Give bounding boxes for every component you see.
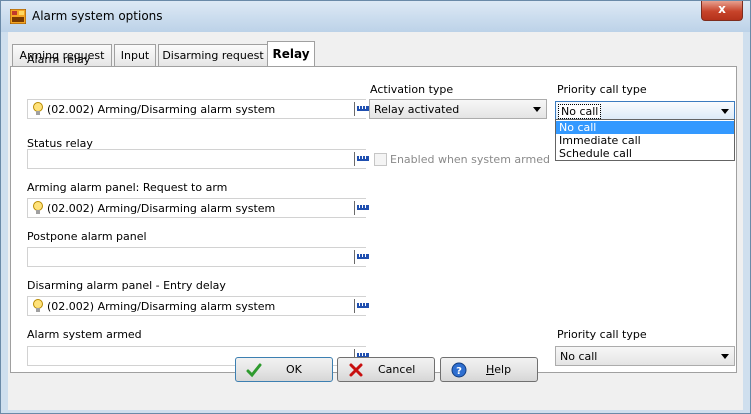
- priority-call-type-label: Priority call type: [557, 83, 647, 96]
- arming-panel-browse-button[interactable]: [354, 201, 370, 215]
- system-armed-label: Alarm system armed: [27, 328, 142, 341]
- ok-button[interactable]: OK: [235, 357, 333, 382]
- priority-call-type-select[interactable]: No call: [555, 101, 735, 121]
- lightbulb-icon: [33, 102, 43, 115]
- disarming-panel-browse-button[interactable]: [354, 299, 370, 313]
- chevron-down-icon: [721, 354, 729, 359]
- lightbulb-icon: [33, 201, 43, 214]
- priority-call-type-2-select[interactable]: No call: [555, 346, 735, 366]
- tab-disarming-request[interactable]: Disarming request: [158, 44, 268, 66]
- window-title: Alarm system options: [32, 9, 163, 23]
- lightbulb-icon: [33, 299, 43, 312]
- ruler-icon: [357, 254, 369, 259]
- enabled-when-armed-checkbox[interactable]: [374, 153, 387, 166]
- close-icon: x: [718, 2, 726, 16]
- tab-label: Disarming request: [162, 49, 264, 62]
- ruler-icon: [357, 106, 369, 111]
- arming-panel-value: (02.002) Arming/Disarming alarm system: [47, 202, 276, 215]
- ruler-icon: [357, 156, 369, 161]
- ruler-icon: [357, 303, 369, 308]
- activation-type-label: Activation type: [370, 83, 454, 96]
- priority-call-type-2-label: Priority call type: [557, 328, 647, 341]
- help-icon: ?: [451, 362, 467, 378]
- ruler-icon: [357, 205, 369, 210]
- postpone-panel-browse-button[interactable]: [354, 250, 370, 264]
- tab-label: Relay: [272, 47, 310, 61]
- tab-label: Input: [120, 49, 150, 62]
- title-bar[interactable]: Alarm system options x: [1, 1, 750, 32]
- chevron-down-icon: [533, 107, 541, 112]
- alarm-relay-browse-button[interactable]: [354, 102, 370, 116]
- disarming-panel-value: (02.002) Arming/Disarming alarm system: [47, 300, 276, 313]
- tab-relay[interactable]: Relay: [267, 41, 315, 67]
- help-label: Help: [486, 363, 511, 376]
- cross-icon: [349, 363, 363, 377]
- close-button[interactable]: x: [701, 1, 743, 21]
- alarm-relay-value: (02.002) Arming/Disarming alarm system: [47, 103, 276, 116]
- activation-type-value: Relay activated: [374, 103, 460, 116]
- app-icon: [10, 9, 26, 24]
- option-no-call[interactable]: No call: [556, 121, 734, 134]
- chevron-down-icon: [721, 109, 729, 114]
- priority-call-type-2-value: No call: [560, 350, 598, 363]
- postpone-panel-field[interactable]: [27, 247, 369, 267]
- checkmark-icon: [246, 363, 262, 378]
- disarming-panel-label: Disarming alarm panel - Entry delay: [27, 279, 226, 292]
- svg-text:?: ?: [456, 366, 462, 377]
- status-relay-field[interactable]: [27, 149, 369, 169]
- activation-type-select[interactable]: Relay activated: [369, 99, 547, 119]
- help-button[interactable]: ? Help: [440, 357, 538, 382]
- ok-label: OK: [286, 363, 302, 376]
- arming-panel-field[interactable]: (02.002) Arming/Disarming alarm system: [27, 198, 369, 218]
- postpone-panel-label: Postpone alarm panel: [27, 230, 147, 243]
- alarm-relay-label: Alarm relay: [27, 53, 91, 66]
- arming-panel-label: Arming alarm panel: Request to arm: [27, 181, 228, 194]
- status-relay-browse-button[interactable]: [354, 152, 370, 166]
- alarm-relay-field[interactable]: (02.002) Arming/Disarming alarm system: [27, 99, 369, 119]
- alarm-system-options-window: Alarm system options x Arming request In…: [0, 0, 751, 414]
- enabled-when-armed-label: Enabled when system armed: [390, 153, 550, 166]
- option-immediate-call[interactable]: Immediate call: [556, 134, 734, 147]
- tab-input[interactable]: Input: [114, 44, 156, 66]
- cancel-label: Cancel: [378, 363, 416, 376]
- cancel-button[interactable]: Cancel: [337, 357, 435, 382]
- option-schedule-call[interactable]: Schedule call: [556, 147, 734, 160]
- priority-call-type-value: No call: [557, 104, 602, 119]
- disarming-panel-field[interactable]: (02.002) Arming/Disarming alarm system: [27, 296, 369, 316]
- help-label-rest: elp: [494, 363, 512, 376]
- priority-call-type-dropdown: No call Immediate call Schedule call: [555, 119, 735, 161]
